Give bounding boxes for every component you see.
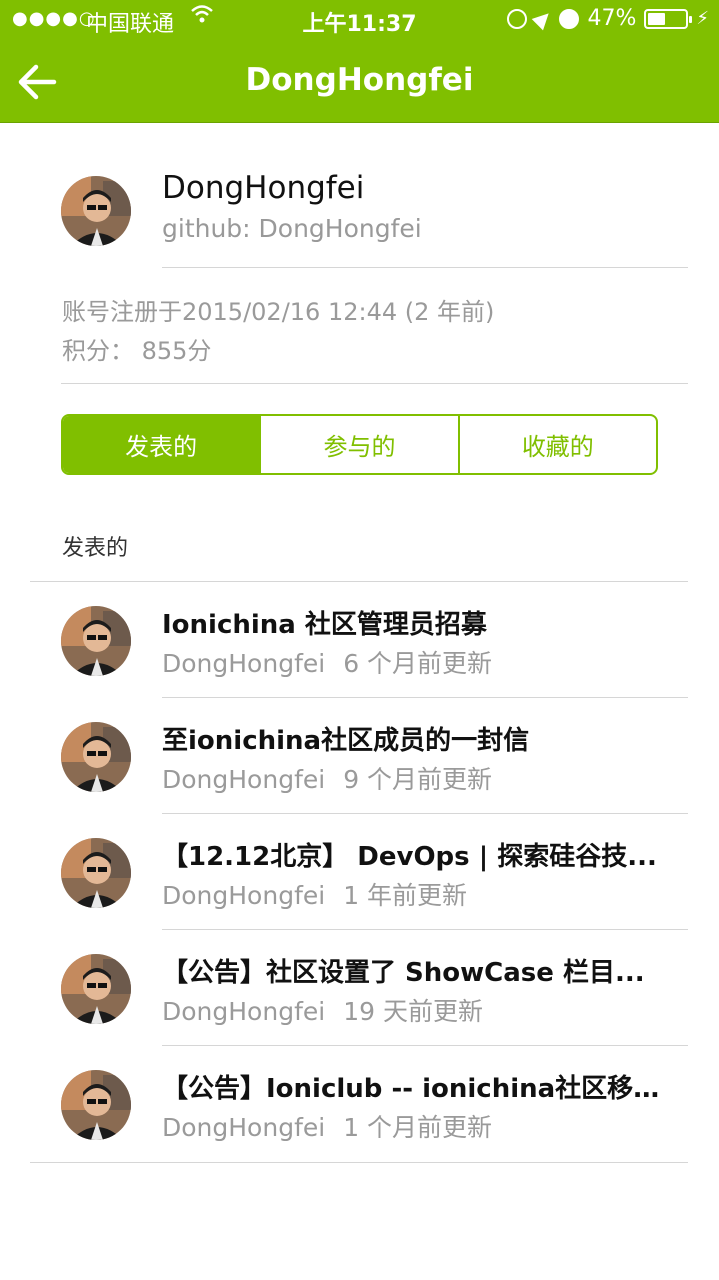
registration-date: 账号注册于2015/02/16 12:44 (2 年前) <box>62 298 495 326</box>
tab-favorites[interactable]: 收藏的 <box>457 416 656 473</box>
nav-bar: DongHongfei <box>0 40 719 123</box>
battery-fill <box>648 12 666 25</box>
list-item[interactable]: 【公告】社区设置了 ShowCase 栏目... DongHongfei 19 天… <box>0 930 719 1046</box>
topic-title: Ionichina 社区管理员招募 <box>162 610 487 640</box>
charging-icon: ⚡ <box>696 8 709 29</box>
rotation-lock-icon <box>507 8 528 29</box>
battery-icon <box>644 8 693 29</box>
divider <box>30 1162 688 1163</box>
author-avatar <box>61 722 131 792</box>
profile-github: github: DongHongfei <box>162 214 422 243</box>
topic-author: DongHongfei <box>162 997 326 1026</box>
topic-time: 19 天前更新 <box>343 997 483 1026</box>
topic-author: DongHongfei <box>162 1113 326 1142</box>
list-item[interactable]: 至ionichina社区成员的一封信 DongHongfei 9 个月前更新 <box>0 698 719 814</box>
location-icon <box>532 7 555 30</box>
topic-author: DongHongfei <box>162 881 326 910</box>
profile-name: DongHongfei <box>162 170 365 206</box>
battery-percent: 47% <box>587 6 637 31</box>
topic-meta: DongHongfei 1 个月前更新 <box>162 1108 492 1144</box>
author-avatar <box>61 606 131 676</box>
divider <box>162 267 688 268</box>
topic-title: 至ionichina社区成员的一封信 <box>162 726 530 756</box>
topic-time: 9 个月前更新 <box>343 765 493 794</box>
list-item[interactable]: 【公告】Ioniclub -- ionichina社区移... DongHong… <box>0 1046 719 1162</box>
status-bar: ●●●●○ 中国联通 上午11:37 47% ⚡ <box>0 0 719 40</box>
tab-posted[interactable]: 发表的 <box>63 416 260 473</box>
topic-meta: DongHongfei 6 个月前更新 <box>162 644 492 680</box>
page-title: DongHongfei <box>245 62 474 98</box>
topic-meta: DongHongfei 19 天前更新 <box>162 992 483 1028</box>
topic-tabs: 发表的 参与的 收藏的 <box>61 414 658 475</box>
alarm-icon <box>559 8 580 29</box>
topic-time: 1 个月前更新 <box>343 1113 493 1142</box>
profile-avatar <box>61 176 131 246</box>
topic-meta: DongHongfei 9 个月前更新 <box>162 760 492 796</box>
list-item[interactable]: 【12.12北京】 DevOps | 探索硅谷技... DongHongfei 1… <box>0 814 719 930</box>
list-item[interactable]: Ionichina 社区管理员招募 DongHongfei 6 个月前更新 <box>0 582 719 698</box>
topic-author: DongHongfei <box>162 765 326 794</box>
section-title: 发表的 <box>62 536 129 561</box>
topic-title: 【公告】社区设置了 ShowCase 栏目... <box>162 958 645 988</box>
author-avatar <box>61 838 131 908</box>
author-avatar <box>61 1070 131 1140</box>
topic-time: 1 年前更新 <box>343 881 468 910</box>
topic-title: 【公告】Ioniclub -- ionichina社区移... <box>162 1074 662 1104</box>
topic-time: 6 个月前更新 <box>343 649 493 678</box>
app-header: ●●●●○ 中国联通 上午11:37 47% ⚡ DongHongfei <box>0 0 719 123</box>
score: 积分： 855分 <box>62 337 212 365</box>
tab-participated[interactable]: 参与的 <box>259 416 457 473</box>
topic-meta: DongHongfei 1 年前更新 <box>162 876 467 912</box>
topic-title: 【12.12北京】 DevOps | 探索硅谷技... <box>162 842 657 872</box>
author-avatar <box>61 954 131 1024</box>
divider <box>61 383 688 384</box>
status-right-group: 47% ⚡ <box>507 6 709 31</box>
topic-author: DongHongfei <box>162 649 326 678</box>
